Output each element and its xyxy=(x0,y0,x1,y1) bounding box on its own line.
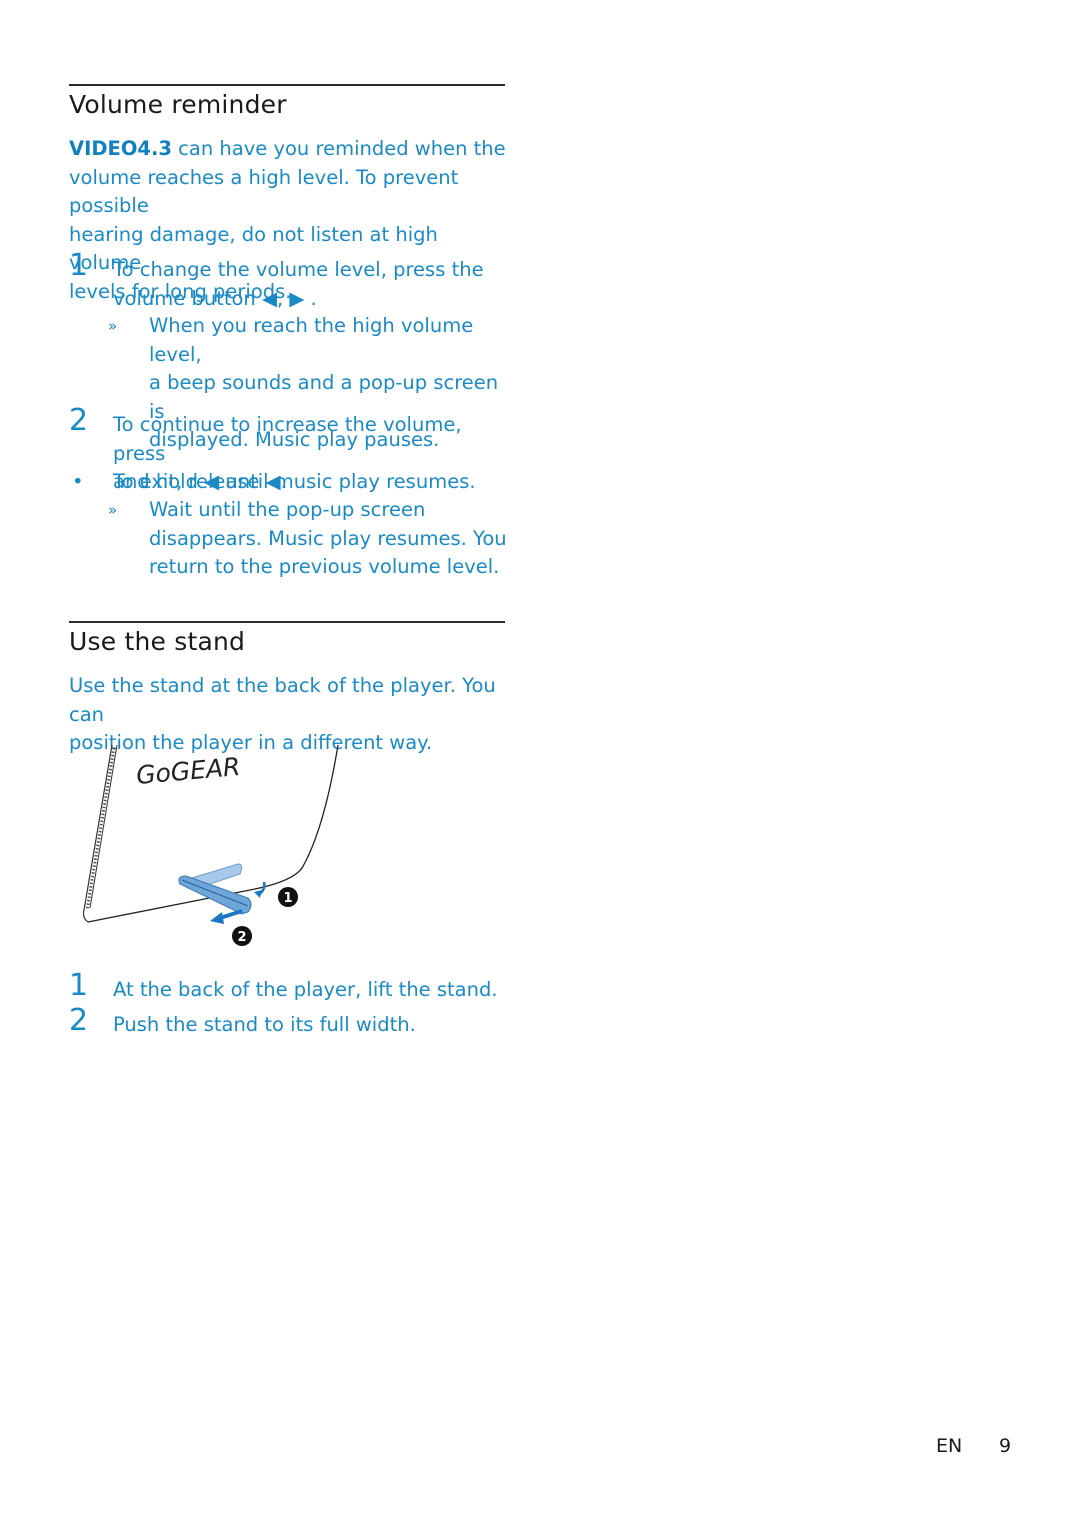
stand-step-2: 2 Push the stand to its full width. xyxy=(69,1003,416,1038)
footer-language: EN xyxy=(936,1435,963,1457)
push-arrow-icon xyxy=(219,909,243,920)
exit-result: » Wait until the pop-up screen disappear… xyxy=(108,498,507,578)
exit-bullet: • To exit, release ◀. xyxy=(69,468,519,498)
product-name: VIDEO4.3 xyxy=(69,137,172,160)
result-marker: » xyxy=(108,317,118,335)
step-1-result: » When you reach the high volume level, … xyxy=(108,314,499,451)
stand-illustration: GoGEAR 1 2 xyxy=(82,744,339,946)
step-2: 2 To continue to increase the volume, pr… xyxy=(69,403,476,493)
page-number: 9 xyxy=(999,1435,1012,1457)
svg-text:1: 1 xyxy=(283,891,292,906)
svg-text:2: 2 xyxy=(237,930,246,945)
stand xyxy=(178,863,252,915)
section-divider xyxy=(69,84,505,86)
step-number: 1 xyxy=(69,968,89,1003)
stand-step-1: 1 At the back of the player, lift the st… xyxy=(69,968,498,1003)
manual-page: Volume reminder VIDEO4.3 can have you re… xyxy=(0,0,1080,1527)
section-title-use-stand: Use the stand xyxy=(69,627,246,656)
step-number: 2 xyxy=(69,1003,89,1038)
section-divider xyxy=(69,621,505,623)
device-side-edge xyxy=(82,744,118,923)
step-number: 1 xyxy=(69,248,89,283)
callout-2: 2 xyxy=(232,926,252,946)
callout-1: 1 xyxy=(278,887,298,907)
bullet-marker: • xyxy=(72,470,84,493)
section-title-volume-reminder: Volume reminder xyxy=(69,90,287,119)
result-marker: » xyxy=(108,501,118,519)
brand-logo: GoGEAR xyxy=(135,752,241,790)
step-1: 1 To change the volume level, press the … xyxy=(69,248,484,310)
step-number: 2 xyxy=(69,403,89,438)
